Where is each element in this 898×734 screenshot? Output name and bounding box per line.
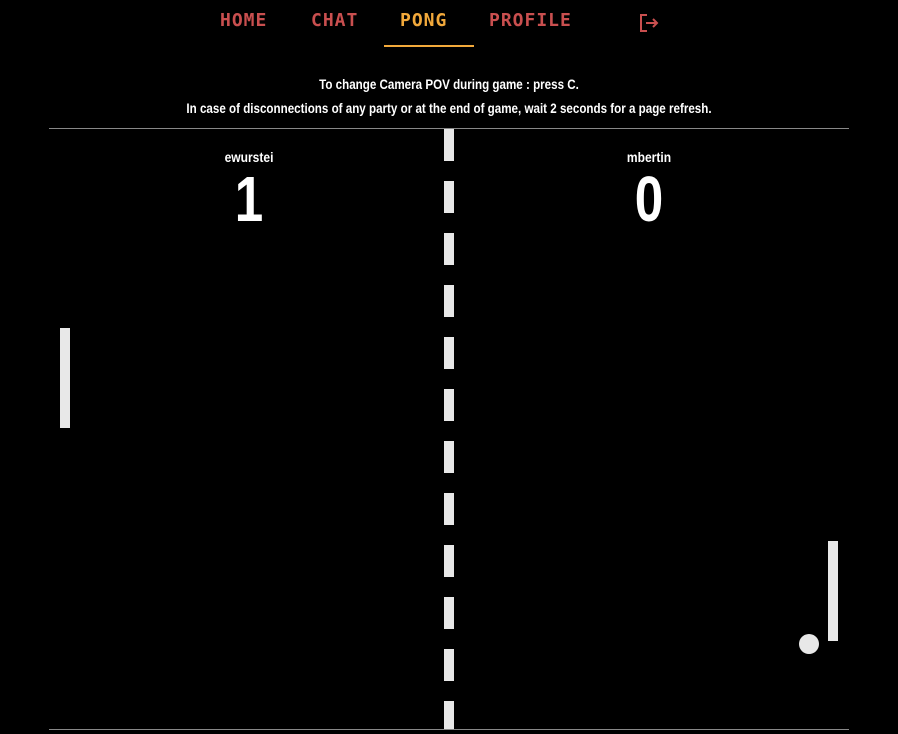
nav-home[interactable]: HOME <box>220 10 267 32</box>
right-paddle <box>828 541 838 641</box>
app-root: HOME CHAT PONG PROFILE To change Camera … <box>0 0 898 734</box>
net-dash <box>444 181 454 213</box>
center-net <box>444 129 454 729</box>
net-dash <box>444 233 454 265</box>
nav-pong[interactable]: PONG <box>400 10 447 32</box>
pong-field: ewurstei 1 mbertin 0 <box>49 128 849 730</box>
nav-profile[interactable]: PROFILE <box>489 10 572 32</box>
net-dash <box>444 129 454 161</box>
camera-instruction: To change Camera POV during game : press… <box>319 77 579 92</box>
logout-icon[interactable] <box>638 12 660 34</box>
ball <box>799 634 819 654</box>
right-player-score: 0 <box>634 163 664 235</box>
top-nav: HOME CHAT PONG PROFILE <box>0 0 898 48</box>
net-dash <box>444 493 454 525</box>
left-player-score: 1 <box>234 163 264 235</box>
logout-icon-svg <box>640 14 659 32</box>
disconnect-instruction: In case of disconnections of any party o… <box>186 101 712 116</box>
net-dash <box>444 389 454 421</box>
net-dash <box>444 337 454 369</box>
left-paddle <box>60 328 70 428</box>
net-dash <box>444 285 454 317</box>
net-dash <box>444 545 454 577</box>
net-dash <box>444 701 454 729</box>
net-dash <box>444 441 454 473</box>
nav-chat[interactable]: CHAT <box>311 10 358 32</box>
net-dash <box>444 649 454 681</box>
active-tab-indicator <box>384 45 474 47</box>
net-dash <box>444 597 454 629</box>
